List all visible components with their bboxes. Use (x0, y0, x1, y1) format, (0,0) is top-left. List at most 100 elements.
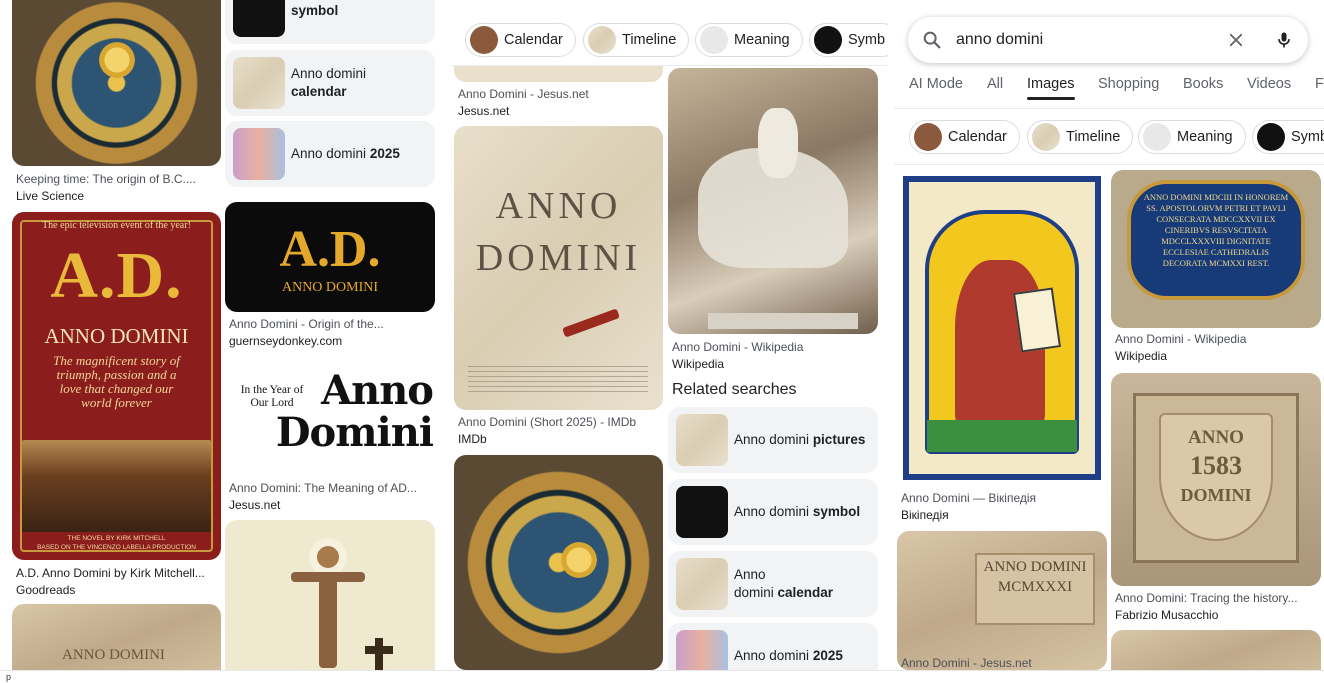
active-tab-indicator (1027, 97, 1075, 100)
inscription-text: ANNO DOMINI MCMXXXI (62, 647, 165, 670)
latin-plaque-image[interactable]: ANNO DOMINI MDCIII IN HONOREM SS. APOSTO… (1111, 170, 1321, 328)
manuscript-illustration-image[interactable] (897, 170, 1107, 486)
related-search-symbol[interactable]: symbol (225, 0, 435, 44)
related-thumb (233, 128, 285, 180)
related-thumb (233, 57, 285, 109)
anno-domini-blackletter-image[interactable]: In the Year of Our Lord Anno Domini (225, 356, 435, 474)
related-label: Anno domini calendar (734, 567, 834, 600)
results-panel-right: AI Mode All Images Shopping Books Videos… (894, 0, 1324, 670)
ad-logo-image[interactable]: A.D. ANNO DOMINI (225, 202, 435, 312)
result-source: Wikipedia (672, 357, 725, 371)
anno-1583-stone-image[interactable]: ANNO 1583 DOMINI (1111, 373, 1321, 586)
panel-gap-2 (888, 0, 894, 670)
tabs-divider (894, 108, 1324, 109)
chip-meaning[interactable]: Meaning (695, 23, 803, 57)
meaning-thumb-icon (1143, 123, 1171, 151)
chip-symbol[interactable]: Symb (809, 23, 888, 57)
search-icon[interactable] (921, 29, 943, 51)
cover-crowd-art (22, 440, 211, 532)
astronomical-clock-image[interactable] (454, 455, 663, 670)
result-caption[interactable]: Keeping time: The origin of B.C.... (16, 172, 216, 186)
chip-symbol[interactable]: Symb (1252, 120, 1324, 154)
stone-inscription-image[interactable]: ANNO DOMINI MCMXXXI (12, 604, 221, 670)
mic-icon[interactable] (1274, 29, 1294, 51)
result-source: Вікіпедія (901, 508, 949, 522)
cover-tagline: The magnificent story of triumph, passio… (53, 353, 180, 410)
tab-books[interactable]: Books (1183, 76, 1223, 92)
tab-more[interactable]: F (1315, 76, 1324, 92)
chip-calendar[interactable]: Calendar (909, 120, 1020, 154)
result-source: Jesus.net (458, 104, 510, 118)
chip-timeline[interactable]: Timeline (583, 23, 690, 57)
bottom-strip: p (0, 670, 1324, 683)
blackletter-big: Anno Domini (275, 367, 434, 456)
tab-videos[interactable]: Videos (1247, 76, 1291, 92)
related-thumb (676, 630, 728, 670)
clear-icon[interactable] (1227, 31, 1245, 49)
meaning-thumb-icon (700, 26, 728, 54)
facade-line-2: MCMXXXI (997, 579, 1073, 595)
related-thumb (233, 0, 285, 37)
equestrian-statue-image[interactable] (668, 68, 878, 334)
related-label: symbol (291, 3, 339, 18)
result-caption[interactable]: Anno Domini — Вікіпедія (901, 491, 1101, 505)
cover-title: A.D. (50, 239, 183, 312)
ad-logo-subtitle: ANNO DOMINI (281, 280, 379, 295)
tab-shopping[interactable]: Shopping (1098, 76, 1159, 92)
facade-line-1: ANNO DOMINI (983, 559, 1087, 575)
result-caption[interactable]: Anno Domini (Short 2025) - IMDb (458, 415, 663, 429)
related-search-pictures[interactable]: Anno domini pictures (668, 407, 878, 473)
stone-facade-image[interactable]: ANNO DOMINI MCMXXXI (897, 531, 1107, 670)
related-search-calendar[interactable]: Anno domini calendar (668, 551, 878, 617)
related-search-calendar[interactable]: Anno domini calendar (225, 50, 435, 116)
bottom-stone-image[interactable] (1111, 630, 1321, 670)
tab-images[interactable]: Images (1027, 76, 1075, 92)
ad-logo-title: A.D. (279, 221, 381, 278)
result-caption[interactable]: Anno Domini - Jesus.net (901, 656, 1101, 670)
christ-illustration-image[interactable] (225, 520, 435, 670)
calendar-thumb-icon (914, 123, 942, 151)
result-source: Jesus.net (229, 498, 281, 512)
related-searches-heading: Related searches (672, 381, 797, 398)
stone-line-1: ANNO (1188, 427, 1244, 448)
result-source: guernseydonkey.com (229, 334, 343, 348)
related-label: Anno domini 2025 (291, 146, 400, 161)
calendar-thumb-icon (470, 26, 498, 54)
footer-letter: p (6, 672, 12, 682)
result-caption[interactable]: Anno Domini - Wikipedia (1115, 332, 1315, 346)
result-caption[interactable]: A.D. Anno Domini by Kirk Mitchell... (16, 566, 216, 580)
cover-footer-1: THE NOVEL BY KIRK MITCHELL (67, 535, 166, 542)
result-source: IMDb (458, 432, 487, 446)
related-thumb (676, 414, 728, 466)
chip-timeline[interactable]: Timeline (1027, 120, 1134, 154)
book-cover-image[interactable]: The epic television event of the year! A… (12, 212, 221, 560)
related-search-symbol[interactable]: Anno domini symbol (668, 479, 878, 545)
symbol-thumb-icon (1257, 123, 1285, 151)
result-caption[interactable]: Anno Domini - Origin of the... (229, 317, 429, 331)
chips-divider (894, 164, 1324, 165)
result-caption[interactable]: Anno Domini: Tracing the history... (1115, 591, 1320, 605)
result-caption[interactable]: Anno Domini: The Meaning of AD... (229, 481, 429, 495)
related-search-2025[interactable]: Anno domini 2025 (225, 121, 435, 187)
results-panel-middle: Calendar Timeline Meaning Symb Anno Domi… (451, 0, 888, 670)
chip-meaning[interactable]: Meaning (1138, 120, 1246, 154)
result-source: Fabrizio Musacchio (1115, 608, 1219, 622)
astronomical-clock-image[interactable] (12, 0, 221, 166)
related-label: Anno domini calendar (291, 66, 367, 99)
related-search-2025[interactable]: Anno domini 2025 (668, 623, 878, 670)
imdb-poster-image[interactable]: ANNO DOMINI (454, 126, 663, 410)
search-box[interactable] (908, 17, 1308, 63)
panel-gap-1 (445, 0, 451, 670)
cover-subtitle: ANNO DOMINI (44, 324, 189, 348)
result-caption[interactable]: Anno Domini - Wikipedia (672, 340, 872, 354)
search-input[interactable] (956, 28, 1206, 52)
result-caption[interactable]: Anno Domini - Jesus.net (458, 87, 658, 101)
cover-footer-2: BASED ON THE VINCENZO LABELLA PRODUCTION (37, 544, 196, 551)
related-thumb (676, 558, 728, 610)
result-source: Goodreads (16, 583, 76, 597)
tab-ai-mode[interactable]: AI Mode (909, 76, 963, 92)
chip-calendar[interactable]: Calendar (465, 23, 576, 57)
related-thumb (676, 486, 728, 538)
tab-all[interactable]: All (987, 76, 1003, 92)
stone-line-3: DOMINI (1180, 485, 1252, 505)
